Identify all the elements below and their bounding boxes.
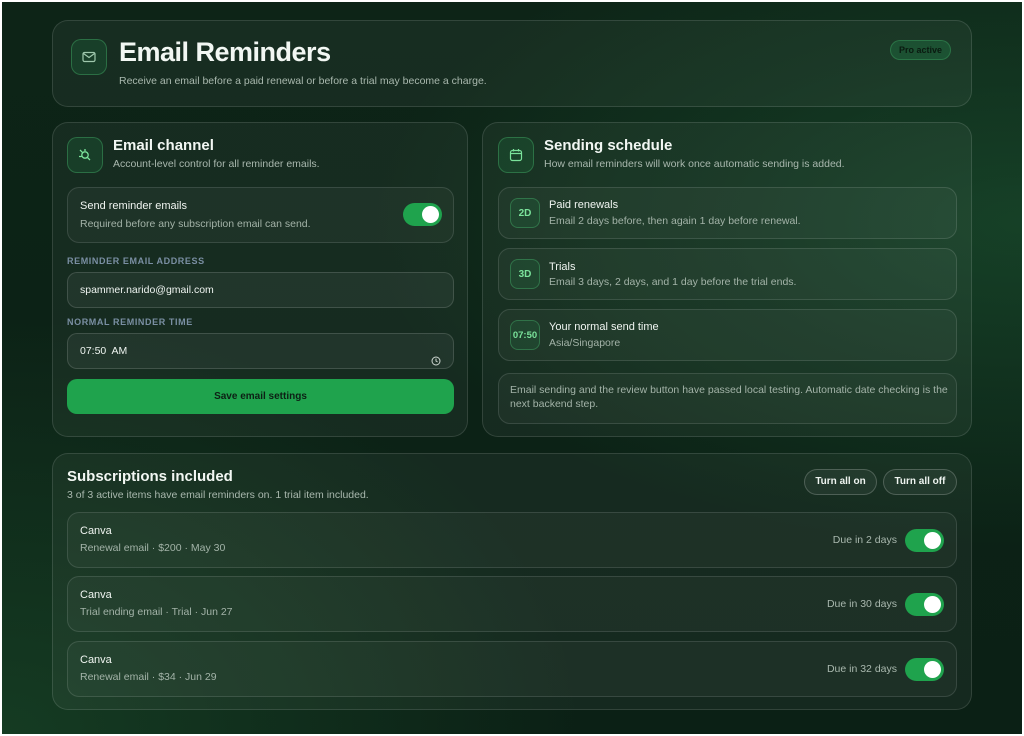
subscription-name: Canva — [80, 525, 112, 537]
schedule-badge: 07:50 — [510, 320, 540, 350]
send-reminders-help: Required before any subscription email c… — [80, 218, 311, 230]
schedule-item-title: Paid renewals — [549, 199, 619, 211]
email-address-field[interactable]: spammer.narido@gmail.com — [67, 272, 454, 308]
subscription-toggle[interactable] — [905, 529, 944, 552]
schedule-item-detail: Email 2 days before, then again 1 day be… — [549, 215, 801, 227]
sending-schedule-card: Sending schedule How email reminders wil… — [482, 122, 972, 437]
page-title: Email Reminders — [119, 37, 331, 67]
calendar-icon — [498, 137, 534, 173]
subscription-toggle[interactable] — [905, 593, 944, 616]
subscription-name: Canva — [80, 589, 112, 601]
schedule-note: Email sending and the review button have… — [498, 373, 957, 424]
email-channel-subtitle: Account-level control for all reminder e… — [113, 158, 320, 170]
email-channel-card: Email channel Account-level control for … — [52, 122, 468, 437]
reminder-time-label: NORMAL REMINDER TIME — [67, 317, 193, 327]
schedule-badge: 3D — [510, 259, 540, 289]
list-item: Canva Renewal email · $200 · May 30 Due … — [67, 512, 957, 568]
subscriptions-title: Subscriptions included — [67, 468, 233, 485]
send-reminders-toggle[interactable] — [403, 203, 442, 226]
turn-all-on-button[interactable]: Turn all on — [804, 469, 877, 495]
page-subtitle: Receive an email before a paid renewal o… — [119, 75, 487, 87]
schedule-item-trials: 3D Trials Email 3 days, 2 days, and 1 da… — [498, 248, 957, 300]
app-background: Email Reminders Receive an email before … — [2, 2, 1022, 734]
send-reminders-row: Send reminder emails Required before any… — [67, 187, 454, 243]
subscriptions-subtitle: 3 of 3 active items have email reminders… — [67, 489, 369, 501]
schedule-item-detail: Asia/Singapore — [549, 337, 621, 349]
subscription-detail: Renewal email · $200 · May 30 — [80, 542, 226, 554]
schedule-item-detail: Email 3 days, 2 days, and 1 day before t… — [549, 276, 797, 288]
subscription-due: Due in 30 days — [826, 598, 897, 610]
subscription-name: Canva — [80, 654, 112, 666]
send-reminders-label: Send reminder emails — [80, 200, 187, 212]
email-address-label: REMINDER EMAIL ADDRESS — [67, 256, 205, 266]
email-channel-title: Email channel — [113, 137, 214, 154]
reminder-time-value: 07:50 AM — [80, 345, 128, 357]
subscriptions-card: Subscriptions included 3 of 3 active ite… — [52, 453, 972, 710]
subscription-due: Due in 2 days — [832, 534, 897, 546]
sending-schedule-subtitle: How email reminders will work once autom… — [544, 158, 845, 170]
plug-icon — [67, 137, 103, 173]
schedule-item-paid-renewals: 2D Paid renewals Email 2 days before, th… — [498, 187, 957, 239]
schedule-item-send-time: 07:50 Your normal send time Asia/Singapo… — [498, 309, 957, 361]
list-item: Canva Trial ending email · Trial · Jun 2… — [67, 576, 957, 632]
subscription-toggle[interactable] — [905, 658, 944, 681]
schedule-item-title: Trials — [549, 261, 576, 273]
schedule-item-title: Your normal send time — [549, 321, 659, 333]
header-card: Email Reminders Receive an email before … — [52, 20, 972, 107]
schedule-note-text: Email sending and the review button have… — [510, 384, 948, 410]
subscription-detail: Trial ending email · Trial · Jun 27 — [80, 606, 233, 618]
save-email-settings-button[interactable]: Save email settings — [67, 379, 454, 414]
reminder-time-field[interactable]: 07:50 AM — [67, 333, 454, 369]
subscription-detail: Renewal email · $34 · Jun 29 — [80, 671, 217, 683]
subscription-due: Due in 32 days — [826, 663, 897, 675]
list-item: Canva Renewal email · $34 · Jun 29 Due i… — [67, 641, 957, 697]
mail-icon — [71, 39, 107, 75]
status-badge: Pro active — [890, 40, 952, 60]
sending-schedule-title: Sending schedule — [544, 137, 673, 154]
turn-all-off-button[interactable]: Turn all off — [883, 469, 957, 495]
schedule-badge: 2D — [510, 198, 540, 228]
clock-icon[interactable] — [431, 346, 441, 366]
